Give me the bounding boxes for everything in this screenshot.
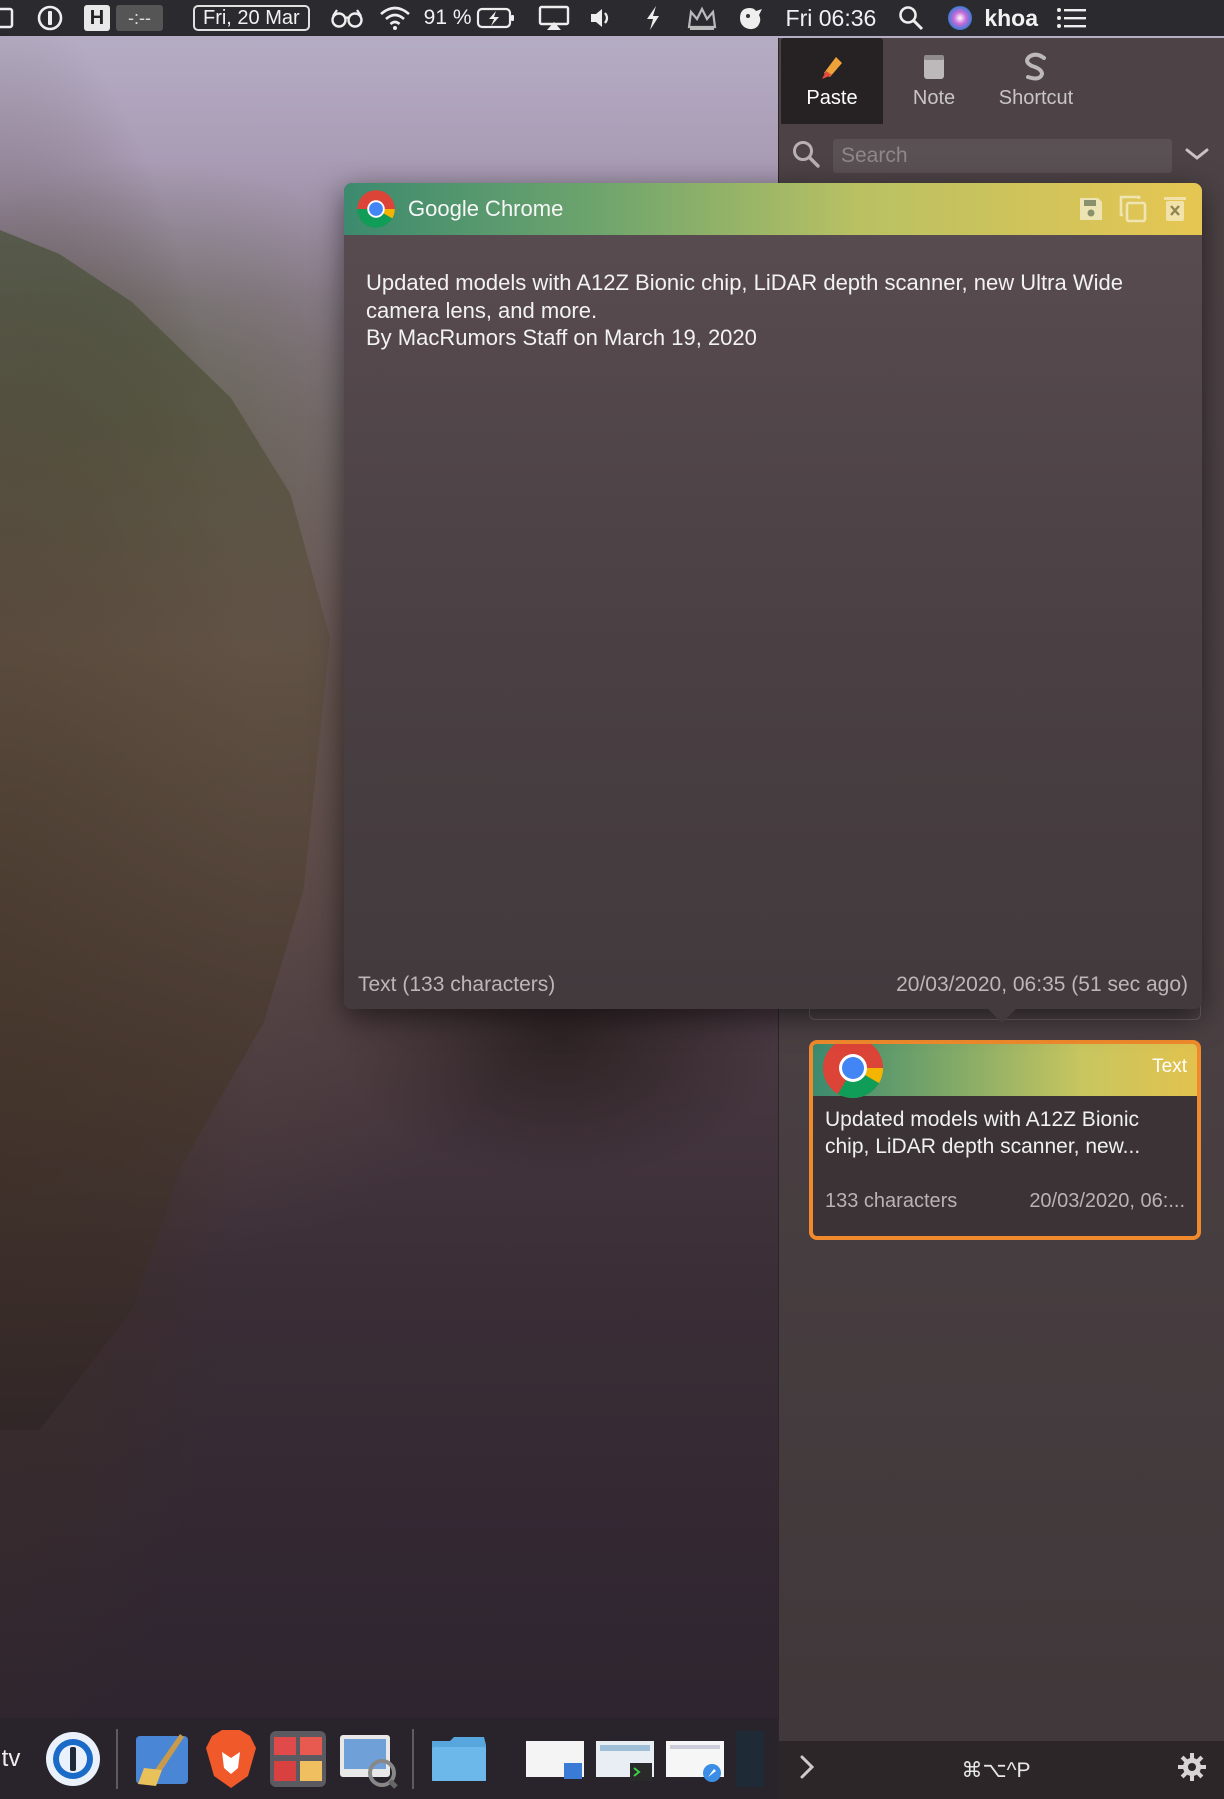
battery-menu-item[interactable]: 91 % — [424, 0, 516, 36]
onepassword-icon — [46, 1731, 100, 1786]
popup-app-name: Google Chrome — [408, 196, 564, 221]
chrome-icon — [823, 1044, 883, 1099]
copy-icon[interactable] — [1118, 194, 1148, 224]
terminal-thumbnail-icon — [596, 1740, 654, 1781]
cleaner-app-icon — [136, 1733, 188, 1786]
clock-menu-item[interactable]: Fri 06:36 — [786, 0, 877, 36]
dock-item-window-2[interactable] — [594, 1735, 656, 1783]
safari-thumbnail-icon — [666, 1740, 724, 1782]
popup-pointer-arrow — [988, 1009, 1016, 1023]
clip-card-footer: 133 characters 20/03/2020, 06:... — [813, 1190, 1197, 1213]
brave-browser-icon — [206, 1729, 256, 1788]
clip-type-label: Text — [1152, 1056, 1187, 1077]
popup-type-info: Text (133 characters) — [358, 973, 556, 996]
siri-icon[interactable] — [946, 0, 974, 36]
clip-card-text: Updated models with A12Z Bionic chip, Li… — [825, 1108, 1141, 1158]
airplay-icon[interactable] — [538, 0, 570, 36]
popup-actions — [1076, 194, 1190, 224]
lightning-icon[interactable] — [644, 0, 662, 36]
popup-content: Google Chrome Updated models with A12Z B… — [344, 183, 1202, 1009]
shortcut-icon — [1022, 52, 1050, 81]
clip-preview-popup: Google Chrome Updated models with A12Z B… — [344, 183, 1202, 1023]
timer-menu-item[interactable]: -:-- — [116, 0, 163, 36]
window-thumbnail-icon — [526, 1740, 584, 1779]
tv-label: tv — [1, 1744, 21, 1772]
gear-icon[interactable] — [1177, 1752, 1207, 1788]
tab-paste[interactable]: Paste — [781, 38, 883, 124]
dock-item-1password[interactable] — [44, 1730, 102, 1788]
note-icon — [920, 53, 948, 81]
chrome-icon — [357, 190, 395, 228]
volume-icon[interactable] — [588, 0, 614, 36]
timer-label: -:-- — [116, 5, 163, 31]
partial-icon — [0, 0, 16, 36]
dock-item-preview[interactable] — [336, 1729, 398, 1789]
chevron-down-icon[interactable] — [1184, 146, 1210, 167]
paste-icon — [818, 53, 846, 81]
glasses-icon[interactable] — [330, 0, 364, 36]
tab-shortcut-label: Shortcut — [998, 86, 1074, 109]
battery-percent-label: 91 % — [423, 6, 472, 29]
dock: tv — [0, 1718, 778, 1799]
dock-separator — [116, 1728, 118, 1789]
tab-shortcut[interactable]: Shortcut — [985, 38, 1087, 124]
date-label: Fri, 20 Mar — [192, 5, 310, 31]
clip-time-label: 20/03/2020, 06:... — [1029, 1190, 1185, 1212]
hazel-menu-item[interactable]: H — [84, 0, 110, 36]
date-menu-item[interactable]: Fri, 20 Mar — [192, 0, 310, 36]
folder-icon — [432, 1736, 486, 1781]
clip-card-selected[interactable]: Text Updated models with A12Z Bionic chi… — [809, 1040, 1201, 1240]
search-icon — [791, 139, 821, 174]
search-row — [779, 124, 1224, 188]
battery-charging-icon — [476, 7, 514, 29]
dock-item-window-1[interactable] — [524, 1735, 586, 1783]
dots-app-icon — [270, 1730, 326, 1787]
dock-item-window-3[interactable] — [664, 1735, 726, 1783]
dock-item-window-4[interactable] — [734, 1729, 764, 1789]
crown-icon[interactable] — [686, 0, 718, 36]
dock-item-appletv[interactable]: tv — [0, 1745, 26, 1773]
menu-bar: H -:-- Fri, 20 Mar 91 % Fri 06:36 khoa — [0, 0, 1224, 36]
clock-label: Fri 06:36 — [785, 4, 877, 31]
clip-chars-label: 133 characters — [825, 1190, 958, 1212]
h-label: H — [84, 5, 110, 31]
tab-paste-label: Paste — [806, 86, 858, 109]
save-icon[interactable] — [1076, 194, 1106, 224]
dock-item-cleaner[interactable] — [132, 1728, 194, 1790]
preview-app-icon — [340, 1734, 398, 1789]
panel-tab-bar: Paste Note Shortcut — [779, 38, 1224, 124]
clip-card-header: Text — [813, 1044, 1197, 1099]
user-name-label: khoa — [984, 4, 1038, 31]
user-menu-item[interactable]: khoa — [984, 0, 1038, 36]
popup-footer: Text (133 characters) 20/03/2020, 06:35 … — [358, 973, 1188, 997]
search-input[interactable] — [833, 139, 1172, 173]
popup-text-line-2: By MacRumors Staff on March 19, 2020 — [366, 325, 757, 350]
popup-text: Updated models with A12Z Bionic chip, Li… — [344, 235, 1202, 352]
panel-bottom-bar: ⌘⌥^P — [779, 1741, 1224, 1799]
dock-item-folder[interactable] — [428, 1731, 490, 1787]
dock-item-app-dots[interactable] — [268, 1729, 328, 1789]
notification-center-icon[interactable] — [1056, 0, 1088, 36]
dark-window-thumbnail-icon — [736, 1730, 764, 1787]
popup-header: Google Chrome — [344, 183, 1202, 235]
tab-note[interactable]: Note — [883, 38, 985, 124]
popup-text-line-1: Updated models with A12Z Bionic chip, Li… — [366, 270, 1123, 323]
spotlight-search-icon[interactable] — [898, 0, 924, 36]
popup-timestamp: 20/03/2020, 06:35 (51 sec ago) — [896, 973, 1188, 996]
dock-item-brave[interactable] — [202, 1728, 260, 1790]
wifi-icon[interactable] — [378, 0, 412, 36]
onepassword-menu-icon[interactable] — [36, 0, 64, 36]
tab-note-label: Note — [912, 86, 956, 109]
dock-separator — [412, 1728, 414, 1789]
shortcut-keys-label: ⌘⌥^P — [961, 1758, 1031, 1782]
chevron-right-icon[interactable] — [799, 1754, 815, 1786]
bartender-icon[interactable] — [736, 0, 766, 36]
delete-icon[interactable] — [1160, 194, 1190, 224]
